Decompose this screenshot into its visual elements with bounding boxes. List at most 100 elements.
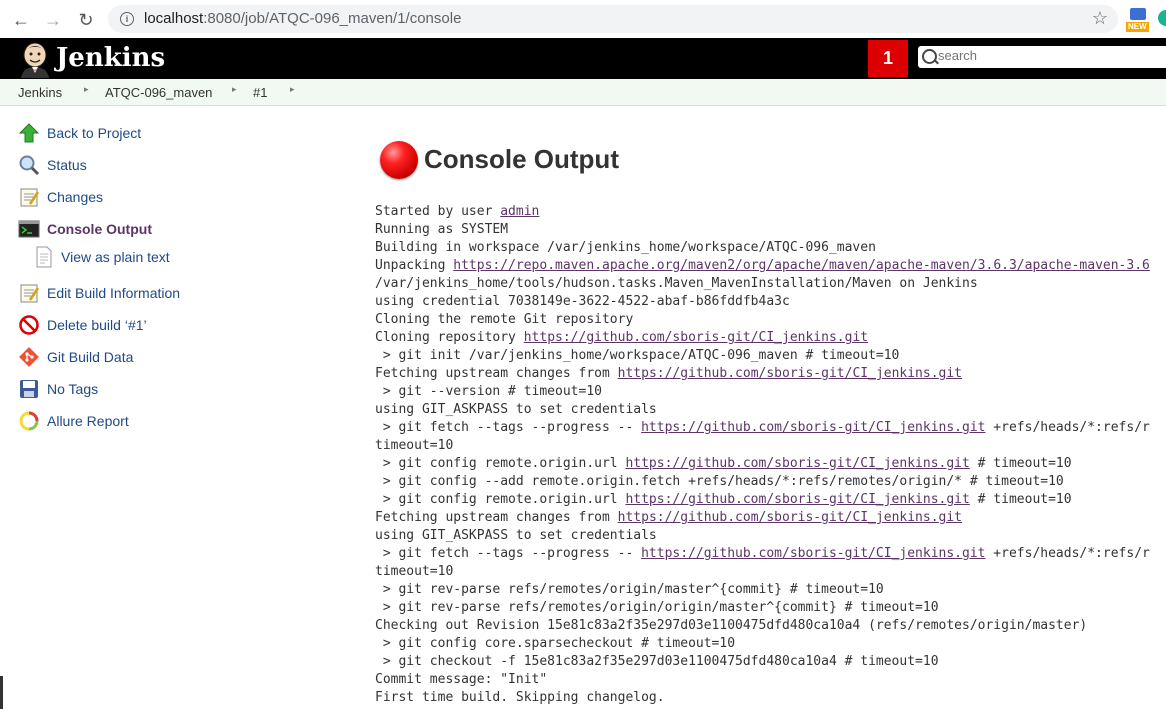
extension-round-icon[interactable]: [1158, 10, 1166, 26]
forward-arrow-icon[interactable]: →: [42, 9, 64, 31]
console-line: timeout=10: [375, 437, 1150, 455]
console-link[interactable]: admin: [500, 204, 539, 219]
console-link[interactable]: https://github.com/sboris-git/CI_jenkins…: [524, 330, 868, 345]
breadcrumb-build[interactable]: #1: [253, 85, 267, 100]
search-icon: [922, 49, 937, 64]
console-line: Building in workspace /var/jenkins_home/…: [375, 239, 1150, 257]
sidebar-item-label: Delete build ‘#1’: [47, 317, 147, 333]
console-text: First time build. Skipping changelog.: [375, 690, 665, 705]
chevron-right-icon[interactable]: ▸: [84, 84, 89, 95]
jenkins-title[interactable]: Jenkins: [56, 43, 165, 73]
bookmark-star-icon[interactable]: ☆: [1092, 8, 1108, 29]
build-status-red-ball-icon: [380, 141, 418, 179]
console-link[interactable]: https://github.com/sboris-git/CI_jenkins…: [618, 510, 962, 525]
console-text: Started by user: [375, 204, 501, 219]
back-arrow-icon[interactable]: ←: [10, 9, 32, 31]
url-host: localhost: [144, 10, 204, 27]
notepad-icon: [20, 188, 40, 207]
sidebar-item-label: Git Build Data: [47, 349, 134, 365]
console-link[interactable]: https://repo.maven.apache.org/maven2/org…: [453, 258, 1150, 273]
console-text: using GIT_ASKPASS to set credentials: [375, 528, 657, 543]
console-text: > git config --add remote.origin.fetch +…: [375, 474, 1064, 489]
console-link[interactable]: https://github.com/sboris-git/CI_jenkins…: [625, 456, 969, 471]
breadcrumb-job[interactable]: ATQC-096_maven: [105, 85, 212, 100]
console-text: Fetching upstream changes from: [375, 366, 618, 381]
reload-icon[interactable]: ↻: [75, 9, 97, 31]
console-line: > git checkout -f 15e81c83a2f35e297d03e1…: [375, 653, 1150, 671]
search-box[interactable]: [918, 46, 1166, 68]
console-text: using credential 7038149e-3622-4522-abaf…: [375, 294, 790, 309]
console-text: > git checkout -f 15e81c83a2f35e297d03e1…: [375, 654, 939, 669]
up-arrow-icon: [18, 123, 40, 143]
console-link[interactable]: https://github.com/sboris-git/CI_jenkins…: [618, 366, 962, 381]
console-line: First time build. Skipping changelog.: [375, 689, 1150, 707]
console-line: > git init /var/jenkins_home/workspace/A…: [375, 347, 1150, 365]
console-text: > git rev-parse refs/remotes/origin/orig…: [375, 600, 939, 615]
new-badge: NEW: [1126, 22, 1149, 32]
console-text: Commit message: "Init": [375, 672, 548, 687]
jenkins-header: Jenkins 1: [0, 38, 1166, 79]
console-line: > git config remote.origin.url https://g…: [375, 491, 1150, 509]
console-line: > git config remote.origin.url https://g…: [375, 455, 1150, 473]
git-icon: [19, 347, 39, 367]
console-text: timeout=10: [375, 564, 454, 579]
console-line: > git rev-parse refs/remotes/origin/mast…: [375, 581, 1150, 599]
url-path: :8080/job/ATQC-096_maven/1/console: [203, 10, 462, 27]
console-line: > git config --add remote.origin.fetch +…: [375, 473, 1150, 491]
console-output: Started by user admin Running as SYSTEM Bu…: [375, 203, 1150, 707]
sidebar-item-label: Back to Project: [47, 125, 142, 141]
console-text: Running as SYSTEM: [375, 222, 509, 237]
console-line: Fetching upstream changes from https://g…: [375, 509, 1150, 527]
notification-badge[interactable]: 1: [868, 40, 908, 77]
console-text: > git config remote.origin.url: [375, 492, 626, 507]
console-text: # timeout=10: [969, 456, 1072, 471]
browser-toolbar: ← → ↻ i localhost:8080/job/ATQC-096_mave…: [0, 0, 1166, 39]
console-text: /var/jenkins_home/tools/hudson.tasks.Mav…: [375, 276, 978, 291]
console-link[interactable]: https://github.com/sboris-git/CI_jenkins…: [641, 546, 985, 561]
console-line: using GIT_ASKPASS to set credentials: [375, 401, 1150, 419]
console-line: Running as SYSTEM: [375, 221, 1150, 239]
url-text[interactable]: localhost:8080/job/ATQC-096_maven/1/cons…: [144, 10, 461, 27]
console-text: +refs/heads/*:refs/r: [985, 546, 1150, 561]
console-line: Commit message: "Init": [375, 671, 1150, 689]
console-text: using GIT_ASKPASS to set credentials: [375, 402, 657, 417]
console-line: using GIT_ASKPASS to set credentials: [375, 527, 1150, 545]
console-text: > git rev-parse refs/remotes/origin/mast…: [375, 582, 884, 597]
console-text: > git fetch --tags --progress --: [375, 420, 642, 435]
extension-image-icon: [1130, 8, 1146, 20]
console-line: Cloning repository https://github.com/sb…: [375, 329, 1150, 347]
search-input[interactable]: [938, 48, 1166, 63]
extension-icon[interactable]: NEW: [1126, 8, 1152, 32]
console-link[interactable]: https://github.com/sboris-git/CI_jenkins…: [625, 492, 969, 507]
console-link[interactable]: https://github.com/sboris-git/CI_jenkins…: [641, 420, 985, 435]
sidebar-item-label: Edit Build Information: [47, 285, 181, 301]
sidebar-item-label: Console Output: [47, 221, 152, 237]
chevron-right-icon[interactable]: ▸: [232, 84, 237, 95]
no-entry-icon: [19, 315, 39, 335]
page-title: Console Output: [424, 144, 619, 174]
console-text: > git --version # timeout=10: [375, 384, 602, 399]
console-line: timeout=10: [375, 563, 1150, 581]
console-line: Fetching upstream changes from https://g…: [375, 365, 1150, 383]
console-text: Cloning repository: [375, 330, 524, 345]
chevron-right-icon[interactable]: ▸: [290, 84, 295, 95]
jenkins-butler-logo-icon[interactable]: [17, 40, 53, 78]
console-line: Unpacking https://repo.maven.apache.org/…: [375, 257, 1150, 275]
console-line: /var/jenkins_home/tools/hudson.tasks.Mav…: [375, 275, 1150, 293]
info-icon[interactable]: i: [120, 12, 134, 26]
console-text: Cloning the remote Git repository: [375, 312, 634, 327]
console-text: Checking out Revision 15e81c83a2f35e297d…: [375, 618, 1088, 633]
notepad-pencil-icon: [20, 284, 40, 303]
console-text: # timeout=10: [969, 492, 1072, 507]
console-text: > git config core.sparsecheckout # timeo…: [375, 636, 736, 651]
breadcrumb-jenkins[interactable]: Jenkins: [18, 85, 62, 100]
sidebar-item-label: No Tags: [47, 381, 99, 397]
magnifier-icon: [19, 155, 40, 176]
console-text: > git init /var/jenkins_home/workspace/A…: [375, 348, 900, 363]
address-bar[interactable]: i localhost:8080/job/ATQC-096_maven/1/co…: [108, 5, 1118, 33]
console-line: > git rev-parse refs/remotes/origin/orig…: [375, 599, 1150, 617]
console-text: > git fetch --tags --progress --: [375, 546, 642, 561]
console-text: > git config remote.origin.url: [375, 456, 626, 471]
console-line: using credential 7038149e-3622-4522-abaf…: [375, 293, 1150, 311]
console-text: timeout=10: [375, 438, 454, 453]
